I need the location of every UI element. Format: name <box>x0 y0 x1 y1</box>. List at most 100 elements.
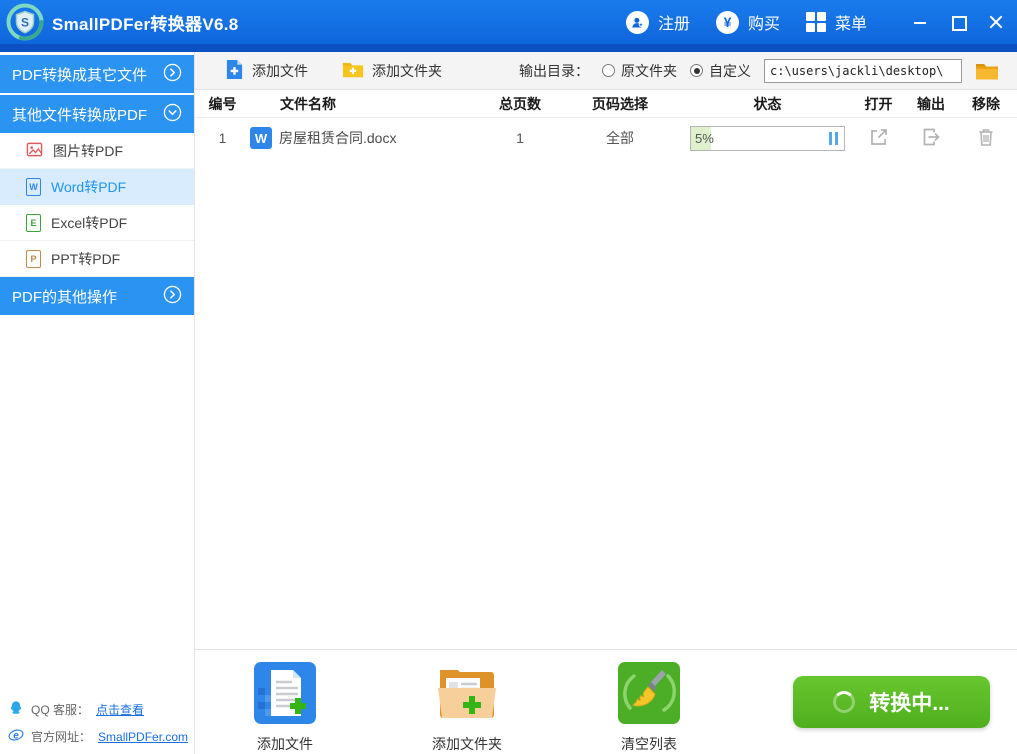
add-folder-button[interactable]: 添加文件夹 <box>342 60 442 82</box>
output-path-input[interactable] <box>764 59 962 83</box>
buy-button[interactable]: ¥ 购买 <box>716 10 780 34</box>
output-dir-group: 输出目录： 原文件夹 自定义 <box>519 59 1001 83</box>
add-file-big-label: 添加文件 <box>257 734 313 754</box>
app-window: S SmallPDFer转换器V6.8 注册 ¥ 购买 <box>0 0 1017 754</box>
sidebar-item-label: 图片转PDF <box>53 141 123 161</box>
radio-icon <box>602 64 615 77</box>
close-button[interactable] <box>989 15 1003 29</box>
add-folder-label: 添加文件夹 <box>372 61 442 81</box>
output-file-icon[interactable] <box>920 126 942 148</box>
sidebar-footer: QQ 客服： 点击查看 e 官方网址： SmallPDFer.com <box>8 700 188 746</box>
qq-service-link[interactable]: 点击查看 <box>96 701 144 718</box>
clear-list-big-icon <box>618 662 680 727</box>
sidebar-item-word-to-pdf[interactable]: W Word转PDF <box>0 169 194 205</box>
col-header-remove: 移除 <box>955 94 1017 114</box>
radio-original-folder[interactable]: 原文件夹 <box>602 61 677 81</box>
register-label: 注册 <box>658 10 690 34</box>
clear-list-big-button[interactable]: 清空列表 <box>604 662 694 754</box>
sidebar: PDF转换成其它文件 其他文件转换成PDF 图片转PDF W Word转PD <box>0 52 195 754</box>
table-header: 编号 文件名称 总页数 页码选择 状态 打开 输出 移除 <box>195 90 1017 118</box>
open-file-icon[interactable] <box>868 126 890 148</box>
radio-original-label: 原文件夹 <box>621 61 677 81</box>
row-total-pages: 1 <box>485 130 555 146</box>
excel-doc-icon: E <box>26 214 41 232</box>
progress-percent-label: 5% <box>691 131 714 146</box>
col-header-filename: 文件名称 <box>250 94 485 114</box>
add-file-icon <box>225 59 244 83</box>
output-dir-label: 输出目录： <box>519 61 589 81</box>
sidebar-item-image-to-pdf[interactable]: 图片转PDF <box>0 133 194 169</box>
minimize-button[interactable] <box>913 15 927 29</box>
window-controls <box>913 15 1003 29</box>
row-index: 1 <box>195 130 250 146</box>
sidebar-item-label: PPT转PDF <box>51 249 120 269</box>
progress-bar: 5% <box>690 126 845 151</box>
section-label: 其他文件转换成PDF <box>12 104 147 125</box>
col-header-page-range: 页码选择 <box>555 94 685 114</box>
user-icon <box>626 11 649 34</box>
app-title: SmallPDFer转换器V6.8 <box>52 10 239 35</box>
row-filename: 房屋租赁合同.docx <box>279 128 396 148</box>
yen-icon: ¥ <box>716 11 739 34</box>
register-button[interactable]: 注册 <box>626 10 690 34</box>
browser-icon: e <box>8 727 24 746</box>
section-label: PDF的其他操作 <box>12 286 117 307</box>
col-header-status: 状态 <box>685 94 850 114</box>
radio-selected-icon <box>690 64 703 77</box>
file-list-empty-area <box>195 158 1017 649</box>
row-page-range[interactable]: 全部 <box>555 128 685 148</box>
qq-service-label: QQ 客服： <box>31 701 89 718</box>
svg-text:e: e <box>13 731 19 742</box>
ppt-doc-icon: P <box>26 250 41 268</box>
image-icon <box>26 141 43 161</box>
col-header-output: 输出 <box>907 94 955 114</box>
qq-icon <box>8 700 24 719</box>
add-file-label: 添加文件 <box>252 61 308 81</box>
sidebar-item-label: Word转PDF <box>51 177 126 197</box>
menu-label: 菜单 <box>835 10 867 34</box>
col-header-index: 编号 <box>195 94 250 114</box>
website-label: 官方网址： <box>31 728 91 745</box>
add-file-big-button[interactable]: 添加文件 <box>240 662 330 754</box>
add-folder-icon <box>342 60 364 82</box>
table-row: 1 W 房屋租赁合同.docx 1 全部 5% <box>195 118 1017 158</box>
pause-icon[interactable] <box>829 132 838 145</box>
add-file-button[interactable]: 添加文件 <box>225 59 308 83</box>
menu-button[interactable]: 菜单 <box>806 10 867 34</box>
col-header-open: 打开 <box>850 94 907 114</box>
word-file-badge: W <box>250 127 272 149</box>
sidebar-item-excel-to-pdf[interactable]: E Excel转PDF <box>0 205 194 241</box>
maximize-button[interactable] <box>951 15 965 29</box>
add-file-big-icon <box>254 662 316 727</box>
word-doc-icon: W <box>26 178 41 196</box>
sidebar-section-pdf-to-other[interactable]: PDF转换成其它文件 <box>0 55 194 93</box>
radio-custom[interactable]: 自定义 <box>690 61 751 81</box>
convert-button[interactable]: 转换中... <box>793 676 990 728</box>
add-folder-big-label: 添加文件夹 <box>432 734 502 754</box>
add-folder-big-icon <box>436 662 498 727</box>
convert-label: 转换中... <box>869 687 950 717</box>
sidebar-section-other-to-pdf[interactable]: 其他文件转换成PDF <box>0 95 194 133</box>
section-label: PDF转换成其它文件 <box>12 64 147 85</box>
main-panel: 添加文件 添加文件夹 输出目录： 原文件夹 自定义 <box>195 52 1017 754</box>
browse-folder-button[interactable] <box>975 60 1001 82</box>
buy-label: 购买 <box>748 10 780 34</box>
menu-grid-icon <box>806 12 826 32</box>
sidebar-item-ppt-to-pdf[interactable]: P PPT转PDF <box>0 241 194 277</box>
col-header-pages: 总页数 <box>485 94 555 114</box>
app-logo-icon: S <box>6 3 44 41</box>
sidebar-item-label: Excel转PDF <box>51 213 127 233</box>
bottom-bar: 添加文件 添加文件夹 <box>195 649 1017 754</box>
chevron-down-icon <box>163 103 182 126</box>
add-folder-big-button[interactable]: 添加文件夹 <box>422 662 512 754</box>
svg-text:S: S <box>21 16 29 30</box>
website-link[interactable]: SmallPDFer.com <box>98 730 188 744</box>
radio-custom-label: 自定义 <box>709 61 751 81</box>
spinner-icon <box>833 691 855 713</box>
titlebar-accent-strip <box>0 44 1017 52</box>
remove-trash-icon[interactable] <box>975 126 997 148</box>
chevron-right-icon <box>163 285 182 308</box>
sidebar-section-pdf-ops[interactable]: PDF的其他操作 <box>0 277 194 315</box>
chevron-right-icon <box>163 63 182 86</box>
toolbar: 添加文件 添加文件夹 输出目录： 原文件夹 自定义 <box>195 52 1017 90</box>
